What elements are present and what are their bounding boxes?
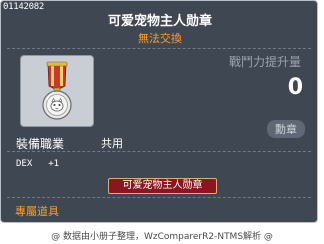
combat-power-value: 0 (287, 75, 303, 100)
divider (7, 197, 311, 198)
stat-value: +1 (48, 159, 60, 169)
category-tag: 勳章 (267, 120, 305, 138)
combat-power-label: 戰鬥力提升量 (228, 55, 301, 69)
item-tooltip: 01142082 可爱宠物主人勋章 無法交換 戰鬥力提升量 0 勳章 裝備職業 … (0, 0, 318, 223)
stat-name: DEX (16, 159, 33, 169)
job-label: 裝備職業 (16, 137, 65, 151)
job-value: 共用 (101, 137, 123, 150)
footer-credit: @ 数据由小册子整理，WzComparerR2-NTMS解析 @ (51, 232, 273, 242)
medal-icon (42, 61, 72, 120)
trade-status: 無法交換 (138, 32, 182, 45)
medal-name-tag: 可爱宠物主人勋章 (108, 178, 217, 194)
divider (7, 151, 311, 152)
stat-row-dex: DEX +1 (16, 159, 59, 169)
divider (7, 48, 311, 49)
item-title: 可爱宠物主人勋章 (107, 14, 212, 29)
exclusive-label: 專屬道具 (15, 205, 59, 218)
item-icon-frame (20, 55, 94, 127)
